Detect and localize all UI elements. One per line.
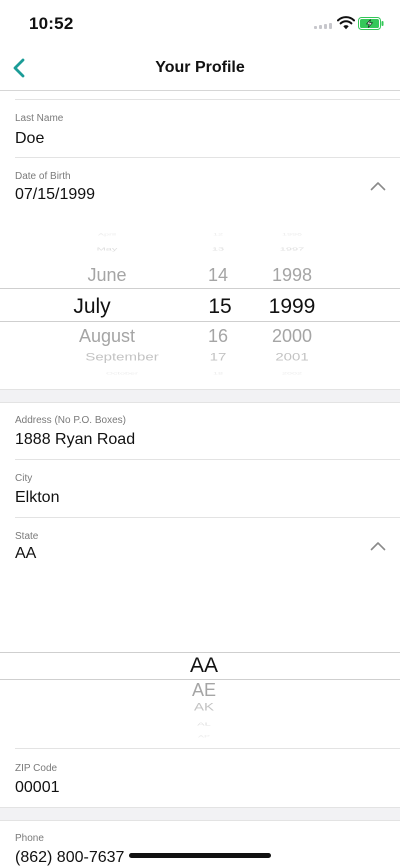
city-field[interactable]: City Elkton	[15, 460, 400, 518]
day-option[interactable]: 12	[198, 233, 238, 236]
status-time: 10:52	[29, 14, 74, 33]
state-option[interactable]: AK	[174, 702, 234, 713]
month-option[interactable]: May	[52, 247, 162, 252]
battery-charging-icon	[358, 17, 384, 30]
cellular-signal-icon	[314, 23, 334, 29]
status-bar: 10:52	[0, 0, 400, 46]
day-option[interactable]: 14	[198, 266, 238, 284]
state-field[interactable]: State AA	[15, 518, 400, 575]
chevron-up-icon[interactable]	[370, 181, 386, 191]
day-option[interactable]: 18	[198, 372, 238, 375]
year-selected[interactable]: 1999	[262, 296, 322, 317]
date-of-birth-label: Date of Birth	[15, 171, 71, 182]
state-label: State	[15, 531, 39, 542]
date-of-birth-picker[interactable]: April May June July August September Oct…	[0, 226, 400, 380]
month-selected[interactable]: July	[37, 296, 147, 317]
zip-code-label: ZIP Code	[15, 763, 58, 774]
zip-code-field[interactable]: ZIP Code 00001	[15, 748, 400, 806]
month-option[interactable]: August	[52, 327, 162, 345]
phone-field[interactable]: Phone (862) 800-7637	[15, 820, 400, 866]
year-option[interactable]: 1997	[262, 247, 322, 252]
city-value: Elkton	[15, 489, 60, 506]
navigation-bar: Your Profile	[0, 46, 400, 91]
phone-label: Phone	[15, 833, 44, 844]
wifi-icon	[337, 16, 355, 30]
day-selected[interactable]: 15	[198, 296, 242, 317]
home-indicator[interactable]	[129, 853, 271, 858]
day-option[interactable]: 13	[198, 247, 238, 252]
state-option[interactable]: AL	[174, 722, 234, 727]
state-option[interactable]: AE	[174, 681, 234, 699]
day-option[interactable]: 17	[198, 352, 238, 363]
month-option[interactable]: October	[67, 372, 177, 375]
section-separator	[0, 807, 400, 821]
address-value: 1888 Ryan Road	[15, 431, 136, 448]
phone-value: (862) 800-7637	[15, 849, 125, 866]
zip-code-value: 00001	[15, 779, 60, 796]
year-option[interactable]: 1998	[262, 266, 322, 284]
chevron-up-icon[interactable]	[370, 541, 386, 551]
state-selected[interactable]: AA	[174, 655, 234, 676]
last-name-value: Doe	[15, 130, 45, 147]
section-separator	[0, 389, 400, 403]
day-option[interactable]: 16	[198, 327, 238, 345]
page-title: Your Profile	[155, 59, 245, 76]
month-option[interactable]: September	[67, 352, 177, 363]
last-name-field[interactable]: Last Name Doe	[15, 100, 400, 158]
state-option[interactable]: AP	[174, 735, 234, 738]
last-name-label: Last Name	[15, 113, 64, 124]
year-option[interactable]: 2001	[262, 352, 322, 363]
address-label: Address (No P.O. Boxes)	[15, 415, 126, 426]
year-option[interactable]: 1996	[262, 233, 322, 236]
date-of-birth-value: 07/15/1999	[15, 186, 96, 203]
year-option[interactable]: 2002	[262, 372, 322, 375]
month-option[interactable]: April	[52, 233, 162, 236]
city-label: City	[15, 473, 33, 484]
address-field[interactable]: Address (No P.O. Boxes) 1888 Ryan Road	[15, 402, 400, 460]
state-picker[interactable]: AA AE AK AL AP	[0, 576, 400, 748]
date-of-birth-field[interactable]: Date of Birth 07/15/1999	[15, 158, 400, 215]
month-option[interactable]: June	[52, 266, 162, 284]
state-value: AA	[15, 545, 37, 562]
year-option[interactable]: 2000	[262, 327, 322, 345]
